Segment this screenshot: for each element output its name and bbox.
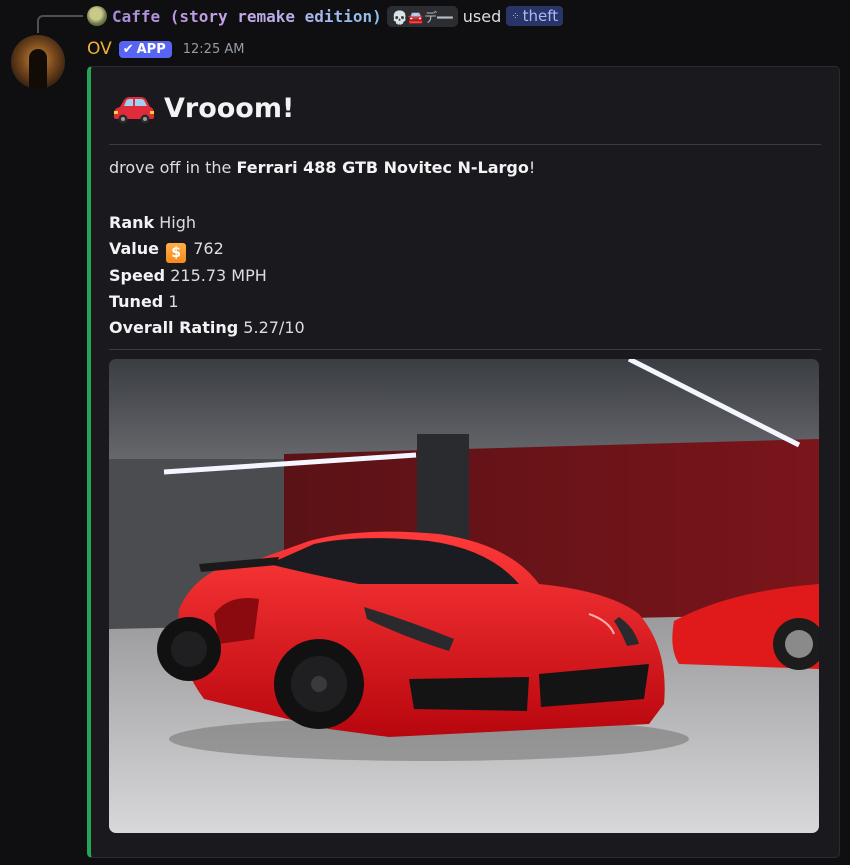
used-label: used	[462, 6, 502, 26]
description-prefix: drove off in the	[109, 158, 237, 177]
command-mention[interactable]: ⁘ theft	[506, 6, 564, 26]
field-key: Rank	[109, 213, 155, 232]
car-name: Ferrari 488 GTB Novitec N-Largo	[236, 158, 529, 177]
timestamp[interactable]: 12:25 AM	[183, 42, 245, 57]
reply-reference[interactable]: Caffe (story remake edition) 💀🚘デ━━ used …	[87, 4, 564, 28]
divider	[109, 144, 821, 145]
field-value-coins: Value $ 762	[109, 236, 305, 263]
username[interactable]: OV	[87, 39, 112, 59]
coin-icon: $	[166, 243, 187, 263]
car-photo-illustration	[109, 359, 819, 833]
embed-card: Vrooom! drove off in the Ferrari 488 GTB…	[87, 66, 840, 858]
app-badge: ✔ APP	[118, 40, 172, 58]
server-tag[interactable]: 💀🚘デ━━	[386, 5, 458, 27]
checkmark-icon: ✔	[122, 41, 134, 57]
field-key: Tuned	[109, 292, 164, 311]
field-overall-rating: Overall Rating 5.27/10	[109, 315, 305, 341]
command-name: theft	[522, 7, 559, 25]
embed-description: drove off in the Ferrari 488 GTB Novitec…	[109, 158, 535, 177]
field-key: Overall Rating	[109, 318, 239, 337]
field-value: 5.27/10	[243, 318, 305, 337]
divider	[109, 349, 821, 350]
field-value: High	[159, 213, 197, 232]
field-speed: Speed 215.73 MPH	[109, 263, 305, 289]
slash-command-icon: ⁘	[511, 10, 519, 22]
avatar[interactable]	[11, 35, 65, 89]
app-badge-label: APP	[136, 41, 166, 57]
reply-username[interactable]: Caffe (story remake edition)	[112, 7, 382, 26]
car-image[interactable]	[109, 359, 819, 833]
red-car-icon	[114, 96, 154, 123]
field-value: 1	[168, 292, 179, 311]
embed-fields: Rank High Value $ 762 Speed 215.73 MPH T…	[109, 210, 305, 341]
reply-connector	[37, 15, 83, 33]
field-key: Speed	[109, 266, 166, 285]
embed-title: Vrooom!	[110, 93, 294, 124]
message-header: OV ✔ APP 12:25 AM	[87, 36, 244, 62]
field-value: 215.73 MPH	[170, 266, 267, 285]
embed-title-text: Vrooom!	[164, 93, 295, 124]
field-tuned: Tuned 1	[109, 289, 305, 315]
reply-avatar[interactable]	[87, 6, 107, 26]
field-value: 762	[193, 239, 224, 258]
field-key: Value	[109, 239, 160, 258]
field-rank: Rank High	[109, 210, 305, 236]
description-suffix: !	[528, 158, 536, 177]
avatar-silhouette	[29, 49, 47, 89]
